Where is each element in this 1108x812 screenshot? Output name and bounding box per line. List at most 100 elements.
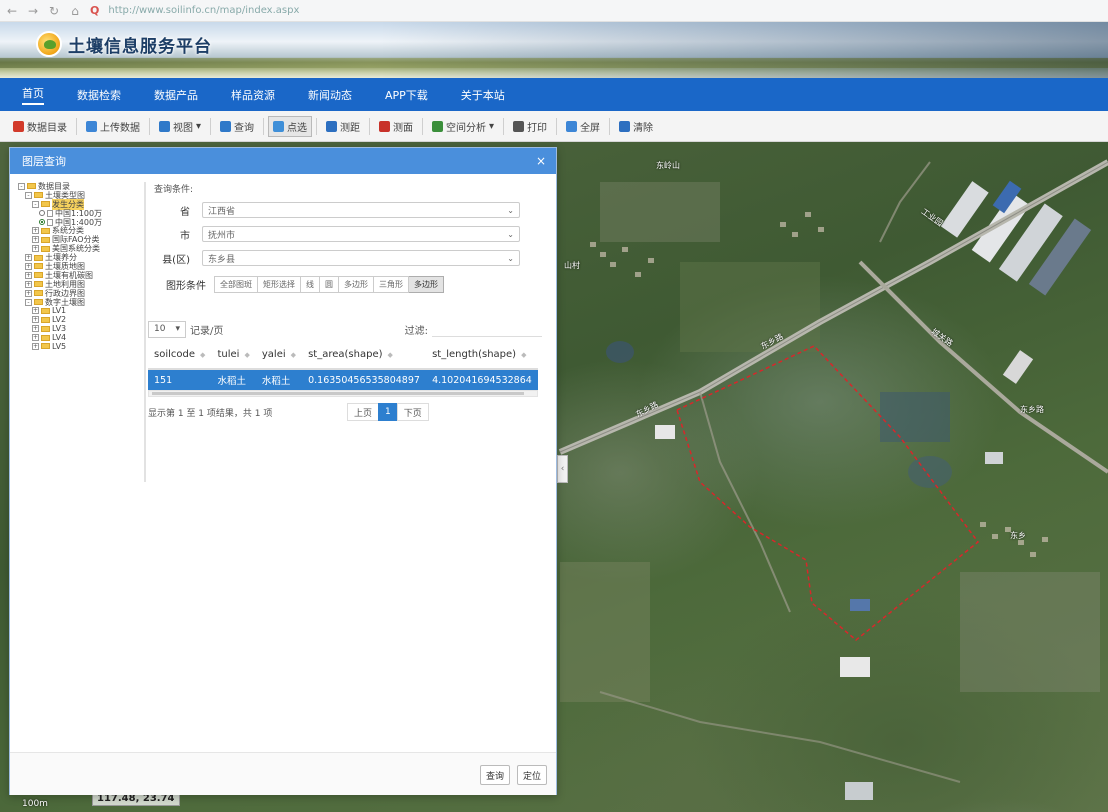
shape-button[interactable]: 全部图斑 bbox=[214, 275, 258, 293]
toolbar-button[interactable]: 视图 ▾ bbox=[154, 116, 206, 137]
nav-item[interactable]: 关于本站 bbox=[461, 87, 505, 103]
filter-input[interactable] bbox=[432, 321, 542, 337]
table-scrollbar[interactable] bbox=[148, 390, 538, 397]
radio-button[interactable] bbox=[39, 210, 45, 217]
radio-button[interactable] bbox=[39, 219, 45, 225]
close-icon[interactable]: × bbox=[536, 154, 546, 168]
site-title[interactable]: 土壤信息服务平台 bbox=[68, 32, 212, 57]
shape-button[interactable]: 三角形 bbox=[374, 275, 409, 293]
next-page-button[interactable]: 下页 bbox=[396, 403, 429, 421]
tree-item[interactable]: + LV2 bbox=[18, 315, 144, 324]
toolbar-divider bbox=[369, 117, 371, 135]
toolbar-button[interactable]: 查询 bbox=[215, 116, 259, 137]
expand-icon[interactable]: + bbox=[25, 280, 32, 288]
toolbar-button[interactable]: 上传数据 bbox=[81, 116, 145, 137]
nav-item[interactable]: 数据检索 bbox=[77, 87, 121, 103]
address-bar[interactable]: http://www.soilinfo.cn/map/index.aspx bbox=[108, 5, 299, 16]
column-header[interactable]: soilcode ◆ bbox=[148, 341, 212, 370]
page-size-value: 10 bbox=[154, 324, 166, 334]
forward-arrow-icon[interactable]: → bbox=[27, 4, 39, 18]
toolbar-divider bbox=[422, 117, 424, 135]
column-header[interactable]: tulei ◆ bbox=[211, 341, 256, 370]
table-header-row: soilcode ◆ tulei ◆ yalei ◆ st_area(shape) ◆ st_l… bbox=[148, 341, 538, 370]
toolbar-button[interactable]: 数据目录 bbox=[8, 116, 72, 137]
folder-icon bbox=[34, 281, 43, 288]
toolbar-button[interactable]: 打印 bbox=[508, 116, 552, 137]
expand-icon[interactable]: + bbox=[32, 236, 39, 244]
expand-icon[interactable]: + bbox=[32, 325, 39, 333]
collapse-icon[interactable]: - bbox=[18, 182, 25, 190]
expand-icon[interactable]: + bbox=[32, 245, 39, 253]
expand-icon[interactable]: + bbox=[32, 227, 39, 235]
reload-icon[interactable]: ↻ bbox=[48, 4, 60, 18]
collapse-icon[interactable]: - bbox=[25, 191, 32, 199]
tree-item[interactable]: + LV5 bbox=[18, 342, 144, 351]
column-header[interactable]: st_length(shape) ◆ bbox=[426, 341, 538, 370]
expand-icon[interactable]: + bbox=[32, 316, 39, 324]
tree-item[interactable]: + 美国系统分类 bbox=[18, 244, 144, 253]
expand-icon[interactable]: + bbox=[25, 262, 32, 270]
home-icon[interactable]: ⌂ bbox=[69, 4, 81, 18]
column-header[interactable]: yalei ◆ bbox=[255, 341, 303, 370]
map-scale: 100m bbox=[22, 799, 48, 809]
panel-header: 图层查询 × bbox=[10, 148, 556, 174]
province-select[interactable]: 江西省 ⌄ bbox=[202, 202, 520, 218]
city-select[interactable]: 抚州市 ⌄ bbox=[202, 226, 520, 242]
expand-icon[interactable]: + bbox=[25, 289, 32, 297]
nav-item[interactable]: APP下载 bbox=[385, 87, 428, 103]
column-header-label: st_area(shape) bbox=[308, 349, 383, 360]
toolbar-button[interactable]: 空间分析 ▾ bbox=[427, 116, 499, 137]
column-header[interactable]: st_area(shape) ◆ bbox=[302, 341, 427, 370]
city-label: 市 bbox=[180, 230, 190, 242]
column-header-label: tulei bbox=[217, 349, 240, 360]
nav-item[interactable]: 首页 bbox=[22, 85, 44, 105]
table-row[interactable]: 151 水稻土 水稻土 0.16350456535804897 4.1020416945… bbox=[148, 369, 538, 390]
tree-item[interactable]: + LV1 bbox=[18, 306, 144, 315]
tree-item[interactable]: - 数字土壤图 bbox=[18, 298, 144, 307]
tree-scrollbar[interactable] bbox=[144, 182, 146, 482]
expand-icon[interactable]: + bbox=[32, 342, 39, 350]
tree-item[interactable]: + LV4 bbox=[18, 333, 144, 342]
expand-icon[interactable]: + bbox=[32, 334, 39, 342]
nav-item[interactable]: 样品资源 bbox=[231, 87, 275, 103]
current-page-button[interactable]: 1 bbox=[378, 403, 398, 421]
expand-icon[interactable]: + bbox=[32, 307, 39, 315]
sort-icon[interactable]: ◆ bbox=[200, 351, 205, 359]
collapse-icon[interactable]: - bbox=[25, 298, 32, 306]
shape-button-group: 全部图斑 矩形选择线圆多边形 三角形 多边形 bbox=[214, 275, 444, 293]
toolbar-button[interactable]: 点选 bbox=[268, 115, 313, 137]
toolbar-button-label: 上传数据 bbox=[100, 122, 140, 134]
sort-icon[interactable]: ◆ bbox=[291, 351, 296, 359]
shape-button[interactable]: 多边形 bbox=[339, 275, 374, 293]
tree-item[interactable]: + LV3 bbox=[18, 324, 144, 333]
panel-collapse-handle[interactable]: ‹ bbox=[557, 455, 568, 483]
toolbar-button[interactable]: 清除 bbox=[614, 116, 658, 137]
county-select[interactable]: 东乡县 ⌄ bbox=[202, 250, 520, 266]
layer-icon bbox=[47, 209, 53, 217]
locate-button[interactable]: 定位 bbox=[517, 765, 548, 785]
back-arrow-icon[interactable]: ← bbox=[6, 4, 18, 18]
shape-button[interactable]: 圆 bbox=[320, 275, 339, 293]
query-button[interactable]: 查询 bbox=[480, 765, 511, 785]
expand-icon[interactable]: + bbox=[25, 254, 32, 262]
nav-item[interactable]: 新闻动态 bbox=[308, 87, 352, 103]
shape-button[interactable]: 线 bbox=[301, 275, 320, 293]
toolbar-button-label: 空间分析 bbox=[446, 122, 487, 134]
toolbar-button[interactable]: 测距 bbox=[321, 116, 365, 137]
tree-item-label: LV3 bbox=[52, 324, 67, 334]
folder-icon bbox=[41, 245, 50, 252]
expand-icon[interactable]: + bbox=[25, 271, 32, 279]
site-logo-icon[interactable] bbox=[36, 31, 62, 57]
shape-button[interactable]: 矩形选择 bbox=[258, 275, 301, 293]
sort-icon[interactable]: ◆ bbox=[388, 351, 393, 359]
collapse-icon[interactable]: - bbox=[32, 200, 39, 208]
sort-icon[interactable]: ◆ bbox=[521, 351, 526, 359]
toolbar-button[interactable]: 测面 bbox=[374, 116, 418, 137]
page-size-select[interactable]: 10 ▾ bbox=[148, 320, 186, 338]
prev-page-button[interactable]: 上页 bbox=[347, 403, 380, 421]
toolbar-button[interactable]: 全屏 bbox=[561, 116, 605, 137]
site-info-icon[interactable]: Q bbox=[90, 4, 99, 17]
nav-item[interactable]: 数据产品 bbox=[154, 87, 198, 103]
shape-button[interactable]: 多边形 bbox=[409, 275, 444, 293]
sort-icon[interactable]: ◆ bbox=[244, 351, 249, 359]
